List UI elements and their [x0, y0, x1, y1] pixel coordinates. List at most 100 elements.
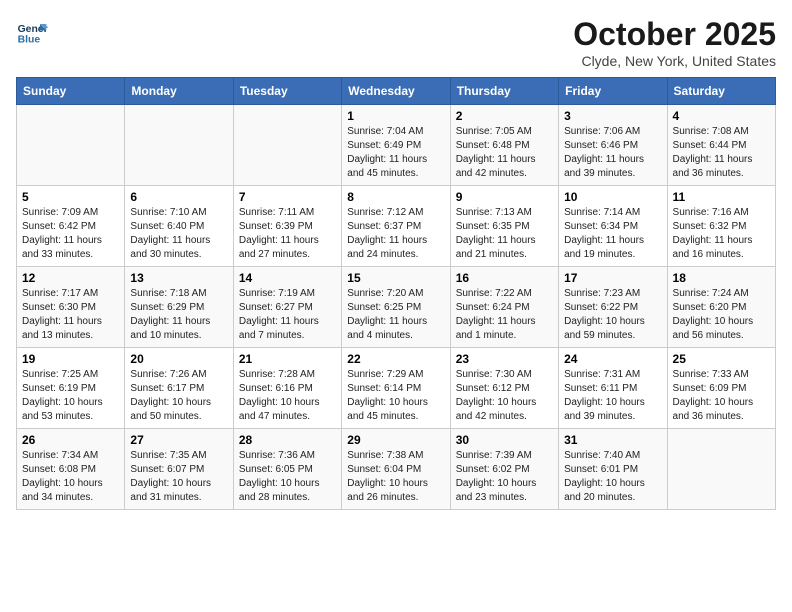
day-number: 10: [564, 190, 661, 204]
day-info: Sunrise: 7:08 AM Sunset: 6:44 PM Dayligh…: [673, 125, 770, 181]
day-number: 3: [564, 109, 661, 123]
calendar-cell: 1 Sunrise: 7:04 AM Sunset: 6:49 PM Daylig…: [342, 105, 450, 186]
svg-text:Blue: Blue: [18, 34, 41, 45]
calendar-week-row: 19Sunrise: 7:25 AM Sunset: 6:19 PM Dayli…: [17, 348, 776, 429]
calendar-cell: 13 Sunrise: 7:18 AM Sunset: 6:29 PM Dayli…: [125, 267, 233, 348]
day-info: Sunrise: 7:34 AM Sunset: 6:08 PM Dayligh…: [22, 449, 119, 505]
day-info: Sunrise: 7:05 AM Sunset: 6:48 PM Dayligh…: [456, 125, 553, 181]
calendar-cell: 7Sunrise: 7:11 AM Sunset: 6:39 PM Daylig…: [233, 186, 341, 267]
day-info: Sunrise: 7:31 AM Sunset: 6:11 PM Dayligh…: [564, 368, 661, 424]
day-number: 2: [456, 109, 553, 123]
calendar-cell: [17, 105, 125, 186]
day-info: Sunrise: 7:29 AM Sunset: 6:14 PM Dayligh…: [347, 368, 444, 424]
calendar-cell: 10 Sunrise: 7:14 AM Sunset: 6:34 PM Dayli…: [559, 186, 667, 267]
calendar-cell: 18 Sunrise: 7:24 AM Sunset: 6:20 PM Dayli…: [667, 267, 775, 348]
day-info: Sunrise: 7:24 AM Sunset: 6:20 PM Dayligh…: [673, 287, 770, 343]
day-info: Sunrise: 7:06 AM Sunset: 6:46 PM Dayligh…: [564, 125, 661, 181]
calendar-cell: 25Sunrise: 7:33 AM Sunset: 6:09 PM Dayli…: [667, 348, 775, 429]
logo-icon: General Blue: [16, 16, 48, 48]
calendar-cell: 9 Sunrise: 7:13 AM Sunset: 6:35 PM Daylig…: [450, 186, 558, 267]
day-info: Sunrise: 7:14 AM Sunset: 6:34 PM Dayligh…: [564, 206, 661, 262]
day-number: 30: [456, 433, 553, 447]
calendar-cell: 16Sunrise: 7:22 AM Sunset: 6:24 PM Dayli…: [450, 267, 558, 348]
calendar-cell: 20 Sunrise: 7:26 AM Sunset: 6:17 PM Dayli…: [125, 348, 233, 429]
day-info: Sunrise: 7:40 AM Sunset: 6:01 PM Dayligh…: [564, 449, 661, 505]
page-header: General Blue October 2025 Clyde, New Yor…: [16, 16, 776, 69]
day-info: Sunrise: 7:22 AM Sunset: 6:24 PM Dayligh…: [456, 287, 553, 343]
weekday-header: Tuesday: [233, 78, 341, 105]
calendar-cell: 12Sunrise: 7:17 AM Sunset: 6:30 PM Dayli…: [17, 267, 125, 348]
calendar-cell: [125, 105, 233, 186]
title-block: October 2025 Clyde, New York, United Sta…: [573, 16, 776, 69]
calendar-cell: 4 Sunrise: 7:08 AM Sunset: 6:44 PM Daylig…: [667, 105, 775, 186]
day-number: 15: [347, 271, 444, 285]
calendar-cell: 22 Sunrise: 7:29 AM Sunset: 6:14 PM Dayli…: [342, 348, 450, 429]
day-info: Sunrise: 7:23 AM Sunset: 6:22 PM Dayligh…: [564, 287, 661, 343]
day-number: 12: [22, 271, 119, 285]
calendar-cell: 11 Sunrise: 7:16 AM Sunset: 6:32 PM Dayli…: [667, 186, 775, 267]
day-info: Sunrise: 7:16 AM Sunset: 6:32 PM Dayligh…: [673, 206, 770, 262]
day-number: 18: [673, 271, 770, 285]
day-number: 13: [130, 271, 227, 285]
day-number: 4: [673, 109, 770, 123]
day-number: 1: [347, 109, 444, 123]
day-number: 31: [564, 433, 661, 447]
calendar-cell: 23 Sunrise: 7:30 AM Sunset: 6:12 PM Dayli…: [450, 348, 558, 429]
calendar-week-row: 12Sunrise: 7:17 AM Sunset: 6:30 PM Dayli…: [17, 267, 776, 348]
day-info: Sunrise: 7:39 AM Sunset: 6:02 PM Dayligh…: [456, 449, 553, 505]
calendar-cell: 2 Sunrise: 7:05 AM Sunset: 6:48 PM Daylig…: [450, 105, 558, 186]
day-number: 26: [22, 433, 119, 447]
day-info: Sunrise: 7:09 AM Sunset: 6:42 PM Dayligh…: [22, 206, 119, 262]
calendar-week-row: 5 Sunrise: 7:09 AM Sunset: 6:42 PM Daylig…: [17, 186, 776, 267]
day-number: 27: [130, 433, 227, 447]
day-number: 9: [456, 190, 553, 204]
calendar-cell: [667, 429, 775, 510]
day-number: 6: [130, 190, 227, 204]
day-number: 24: [564, 352, 661, 366]
day-info: Sunrise: 7:38 AM Sunset: 6:04 PM Dayligh…: [347, 449, 444, 505]
day-info: Sunrise: 7:30 AM Sunset: 6:12 PM Dayligh…: [456, 368, 553, 424]
day-info: Sunrise: 7:28 AM Sunset: 6:16 PM Dayligh…: [239, 368, 336, 424]
logo: General Blue: [16, 16, 48, 48]
calendar-cell: 15Sunrise: 7:20 AM Sunset: 6:25 PM Dayli…: [342, 267, 450, 348]
day-number: 23: [456, 352, 553, 366]
calendar-cell: 26 Sunrise: 7:34 AM Sunset: 6:08 PM Dayli…: [17, 429, 125, 510]
day-number: 14: [239, 271, 336, 285]
calendar-cell: 24 Sunrise: 7:31 AM Sunset: 6:11 PM Dayli…: [559, 348, 667, 429]
day-info: Sunrise: 7:04 AM Sunset: 6:49 PM Dayligh…: [347, 125, 444, 181]
calendar-cell: [233, 105, 341, 186]
calendar-table: SundayMondayTuesdayWednesdayThursdayFrid…: [16, 77, 776, 510]
day-number: 17: [564, 271, 661, 285]
day-number: 25: [673, 352, 770, 366]
calendar-cell: 14 Sunrise: 7:19 AM Sunset: 6:27 PM Dayli…: [233, 267, 341, 348]
day-info: Sunrise: 7:11 AM Sunset: 6:39 PM Dayligh…: [239, 206, 336, 262]
day-number: 22: [347, 352, 444, 366]
day-info: Sunrise: 7:26 AM Sunset: 6:17 PM Dayligh…: [130, 368, 227, 424]
weekday-header-row: SundayMondayTuesdayWednesdayThursdayFrid…: [17, 78, 776, 105]
day-number: 28: [239, 433, 336, 447]
calendar-cell: 8Sunrise: 7:12 AM Sunset: 6:37 PM Daylig…: [342, 186, 450, 267]
calendar-cell: 19Sunrise: 7:25 AM Sunset: 6:19 PM Dayli…: [17, 348, 125, 429]
day-number: 29: [347, 433, 444, 447]
day-number: 20: [130, 352, 227, 366]
calendar-cell: 28 Sunrise: 7:36 AM Sunset: 6:05 PM Dayli…: [233, 429, 341, 510]
month-title: October 2025: [573, 16, 776, 53]
calendar-cell: 3 Sunrise: 7:06 AM Sunset: 6:46 PM Daylig…: [559, 105, 667, 186]
weekday-header: Friday: [559, 78, 667, 105]
location: Clyde, New York, United States: [573, 53, 776, 69]
day-info: Sunrise: 7:19 AM Sunset: 6:27 PM Dayligh…: [239, 287, 336, 343]
day-info: Sunrise: 7:36 AM Sunset: 6:05 PM Dayligh…: [239, 449, 336, 505]
day-info: Sunrise: 7:13 AM Sunset: 6:35 PM Dayligh…: [456, 206, 553, 262]
weekday-header: Sunday: [17, 78, 125, 105]
calendar-cell: 21Sunrise: 7:28 AM Sunset: 6:16 PM Dayli…: [233, 348, 341, 429]
day-info: Sunrise: 7:35 AM Sunset: 6:07 PM Dayligh…: [130, 449, 227, 505]
calendar-week-row: 1 Sunrise: 7:04 AM Sunset: 6:49 PM Daylig…: [17, 105, 776, 186]
calendar-week-row: 26 Sunrise: 7:34 AM Sunset: 6:08 PM Dayli…: [17, 429, 776, 510]
day-info: Sunrise: 7:18 AM Sunset: 6:29 PM Dayligh…: [130, 287, 227, 343]
calendar-cell: 17 Sunrise: 7:23 AM Sunset: 6:22 PM Dayli…: [559, 267, 667, 348]
calendar-cell: 31 Sunrise: 7:40 AM Sunset: 6:01 PM Dayli…: [559, 429, 667, 510]
day-info: Sunrise: 7:25 AM Sunset: 6:19 PM Dayligh…: [22, 368, 119, 424]
day-number: 11: [673, 190, 770, 204]
day-number: 5: [22, 190, 119, 204]
calendar-cell: 6Sunrise: 7:10 AM Sunset: 6:40 PM Daylig…: [125, 186, 233, 267]
